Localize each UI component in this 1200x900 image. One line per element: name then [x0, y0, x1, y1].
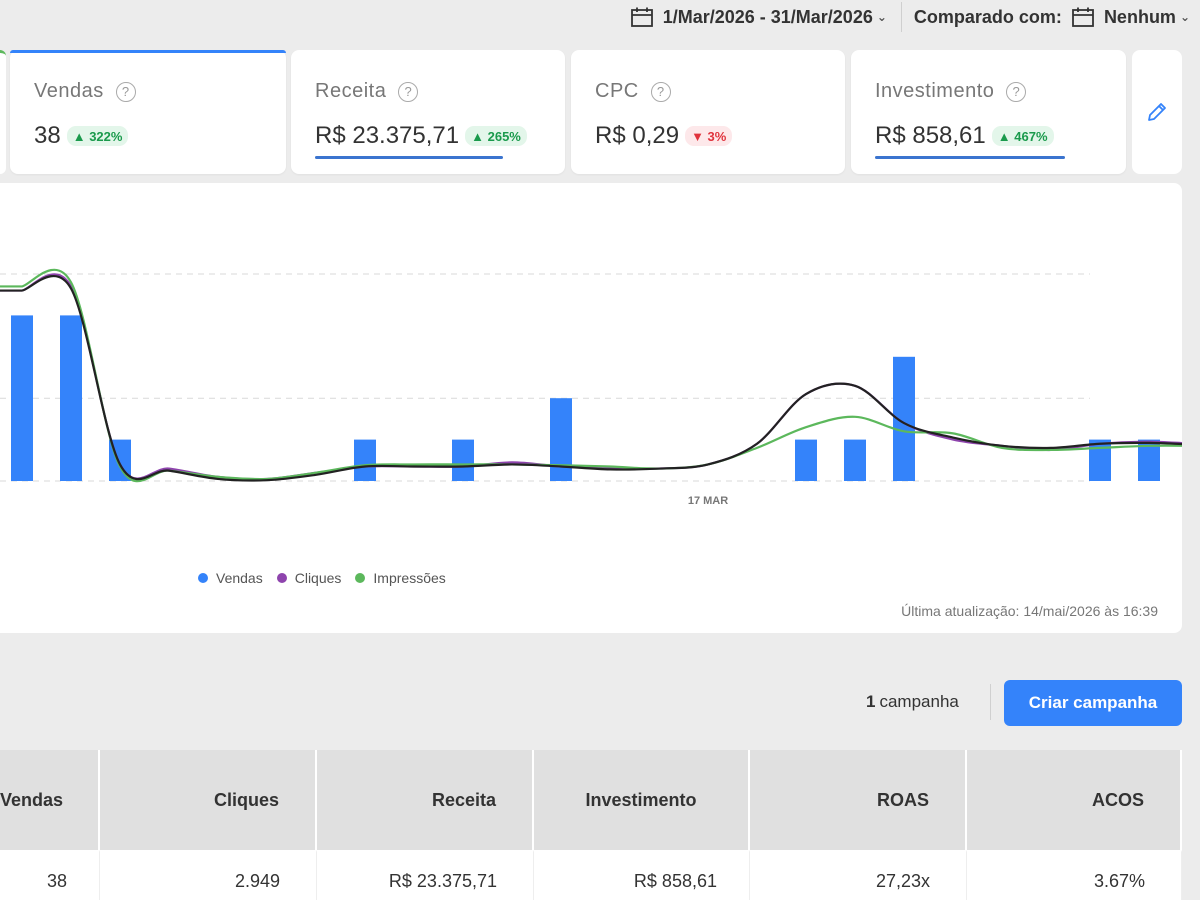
- column-header-roas[interactable]: ROAS: [750, 750, 967, 850]
- cell-cliques: 2.949: [100, 850, 317, 900]
- kpi-delta: 467%: [1014, 128, 1048, 144]
- calendar-icon: [630, 7, 653, 27]
- x-tick-label: 17 MAR: [688, 495, 728, 507]
- line-total: [0, 274, 1182, 482]
- legend-label: Vendas: [216, 570, 263, 586]
- cell-acos: 3.67%: [967, 850, 1182, 900]
- date-range-text: 1/Mar/2026 - 31/Mar/2026: [662, 6, 873, 27]
- help-icon[interactable]: ?: [115, 81, 136, 102]
- kpi-delta-badge: ▲ 265%: [465, 126, 527, 146]
- kpi-value: R$ 858,61: [875, 122, 986, 149]
- table-row[interactable]: 38 2.949 R$ 23.375,71 R$ 858,61 27,23x 3…: [0, 850, 1182, 900]
- kpi-card-receita[interactable]: Receita? R$ 23.375,71 ▲ 265%: [291, 50, 565, 174]
- kpi-title: Investimento: [875, 80, 995, 102]
- kpi-title: Vendas: [34, 80, 104, 102]
- kpi-card-cpc[interactable]: CPC? R$ 0,29 ▼ 3%: [571, 50, 845, 174]
- chevron-down-icon: ⌄: [1179, 10, 1190, 24]
- bar-vendas[interactable]: [1089, 439, 1111, 481]
- kpi-delta: 3%: [707, 128, 727, 144]
- kpi-title: CPC: [595, 80, 639, 102]
- kpi-delta: 322%: [89, 128, 123, 144]
- bar-vendas[interactable]: [11, 315, 33, 481]
- chart-legend: Vendas Cliques Impressões: [198, 570, 446, 586]
- edit-metrics-button[interactable]: [1132, 50, 1182, 174]
- help-icon[interactable]: ?: [398, 81, 419, 102]
- bar-vendas[interactable]: [844, 439, 866, 481]
- legend-dot: [276, 573, 287, 583]
- date-toolbar: 1/Mar/2026 - 31/Mar/2026 ⌄ Comparado com…: [630, 0, 1200, 34]
- legend-label: Impressões: [373, 570, 446, 586]
- pencil-icon: [1148, 103, 1166, 121]
- calendar-icon: [1072, 7, 1094, 27]
- kpi-card-investimento[interactable]: Investimento? R$ 858,61 ▲ 467%: [851, 50, 1126, 174]
- bar-vendas[interactable]: [354, 439, 376, 481]
- selected-underline: [315, 156, 503, 159]
- column-header-investimento[interactable]: Investimento: [534, 750, 750, 850]
- selected-underline: [875, 156, 1065, 159]
- kpi-title: Receita: [315, 80, 387, 102]
- campaign-count-number: 1: [866, 692, 876, 711]
- help-icon[interactable]: ?: [1006, 81, 1027, 102]
- cell-vendas: 38: [0, 850, 100, 900]
- divider: [900, 2, 902, 32]
- kpi-value: 38: [34, 122, 61, 149]
- create-campaign-button[interactable]: Criar campanha: [1004, 680, 1182, 726]
- column-header-vendas[interactable]: Vendas: [0, 750, 100, 850]
- kpi-value: R$ 23.375,71: [315, 122, 460, 149]
- compare-picker[interactable]: Comparado com: Nenhum ⌄: [914, 7, 1200, 28]
- column-header-cliques[interactable]: Cliques: [100, 750, 317, 850]
- campaign-count: 1 campanha: [866, 692, 959, 712]
- column-header-receita[interactable]: Receita: [317, 750, 534, 850]
- chevron-down-icon: ⌄: [876, 10, 887, 24]
- cell-receita: R$ 23.375,71: [317, 850, 534, 900]
- bar-vendas[interactable]: [550, 398, 572, 481]
- compare-value: Nenhum: [1103, 6, 1176, 27]
- performance-chart: 17 MAR31 MAR: [0, 268, 1182, 507]
- cell-roas: 27,23x: [750, 850, 967, 900]
- bar-vendas[interactable]: [452, 439, 474, 481]
- column-header-acos[interactable]: ACOS: [967, 750, 1182, 850]
- campaign-count-label: campanha: [879, 692, 959, 711]
- cell-investimento: R$ 858,61: [534, 850, 750, 900]
- campaign-table: Vendas Cliques Receita Investimento ROAS…: [0, 750, 1182, 900]
- kpi-delta: 265%: [487, 128, 521, 144]
- legend-item-impressoes[interactable]: Impressões: [355, 570, 446, 586]
- kpi-delta-badge: ▲ 467%: [991, 126, 1054, 146]
- legend-dot: [198, 573, 208, 583]
- last-updated: Última atualização: 14/mai/2026 às 16:39: [901, 603, 1158, 619]
- bar-vendas[interactable]: [795, 439, 817, 481]
- kpi-delta-badge: ▼ 3%: [685, 126, 733, 146]
- help-icon[interactable]: ?: [650, 81, 671, 102]
- date-range-picker[interactable]: 1/Mar/2026 - 31/Mar/2026 ⌄: [630, 6, 901, 28]
- table-header: Vendas Cliques Receita Investimento ROAS…: [0, 750, 1182, 850]
- legend-item-vendas[interactable]: Vendas: [198, 570, 263, 586]
- line-impressoes: [0, 268, 1182, 483]
- kpi-card-vendas[interactable]: Vendas? 38 ▲ 322%: [10, 50, 286, 174]
- divider: [990, 684, 991, 720]
- legend-dot: [355, 573, 366, 583]
- bar-vendas[interactable]: [60, 315, 82, 481]
- kpi-value: R$ 0,29: [595, 122, 680, 149]
- kpi-delta-badge: ▲ 322%: [66, 126, 129, 146]
- compare-label: Comparado com:: [913, 6, 1062, 27]
- legend-item-cliques[interactable]: Cliques: [276, 570, 342, 586]
- previous-card-edge: [0, 50, 6, 174]
- legend-label: Cliques: [294, 570, 342, 586]
